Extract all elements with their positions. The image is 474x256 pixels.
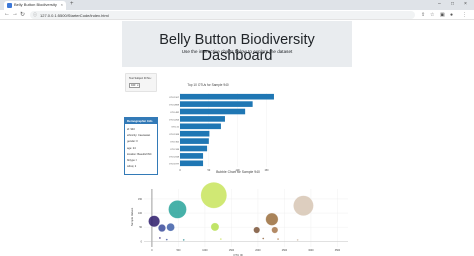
bar	[180, 116, 225, 122]
tab-strip: Belly Button Biodiversity × + – □ ×	[0, 0, 474, 10]
bubble-y-tick-label: 50	[139, 226, 142, 229]
bubble-point	[168, 200, 187, 219]
profile-icon[interactable]: ●	[450, 12, 453, 18]
maximize-icon[interactable]: □	[451, 1, 454, 7]
bar-category-label: OTU 1167	[169, 97, 180, 99]
extensions-icon[interactable]: ▣	[440, 12, 445, 18]
forward-icon[interactable]: →	[12, 11, 18, 17]
bubble-point	[271, 226, 279, 234]
bar-category-label: OTU 189	[170, 149, 180, 151]
subject-select-label: Test Subject ID No.:	[129, 77, 152, 80]
bar-category-label: OTU 2264	[169, 119, 180, 121]
bubble-x-tick-label: 0	[151, 249, 153, 252]
page-viewport: Belly Button Biodiversity Dashboard Use …	[0, 21, 474, 256]
back-icon[interactable]: ←	[4, 11, 10, 17]
browser-window: Belly Button Biodiversity × + – □ × ← → …	[0, 0, 474, 256]
address-bar[interactable]: ⓘ 127.0.0.1:5500/StarterCode/index.html	[30, 11, 415, 19]
bubble-point	[165, 238, 168, 241]
bubble-y-axis-title: Sample Values	[130, 207, 134, 226]
bar	[180, 123, 221, 130]
tab-title: Belly Button Biodiversity	[14, 2, 57, 7]
bubble-point	[262, 237, 265, 240]
page-title: Belly Button Biodiversity Dashboard	[159, 32, 315, 64]
bar-category-label: OTU 482	[170, 112, 180, 114]
bar-category-label: OTU 2318	[169, 156, 180, 158]
bubble-y-tick-label: 150	[138, 198, 143, 201]
bubble-point	[158, 224, 166, 232]
bubble-point	[166, 223, 175, 232]
demographic-body: id: 940 ethnicity: Caucasian gender: F a…	[127, 128, 157, 169]
bubble-x-tick-label: 500	[176, 249, 181, 252]
bar	[180, 138, 209, 144]
url-text: 127.0.0.1:5500/StarterCode/index.html	[40, 12, 109, 18]
subject-select-value: 940	[131, 84, 136, 87]
page-subtitle: Use the interactive charts below to expl…	[181, 49, 293, 54]
subject-selector-well: Test Subject ID No.: 940 ▾	[125, 73, 157, 92]
bubble-point	[253, 226, 261, 234]
bar-category-label: OTU 1977	[169, 164, 180, 166]
bubble-point	[277, 238, 280, 241]
top-otu-bar-chart[interactable]: Top 10 OTUs for Sample 9400 50 100 150OTU 1…	[160, 73, 280, 173]
demographic-heading: Demographic Info	[125, 118, 157, 124]
bar	[180, 153, 204, 159]
close-window-icon[interactable]: ×	[464, 1, 467, 7]
bar-category-label: OTU 352	[170, 142, 180, 144]
bubble-y-tick-label: 100	[138, 212, 143, 215]
bubble-x-tick-label: 3500	[335, 249, 341, 252]
bubble-point	[265, 212, 279, 226]
bubble-chart[interactable]: Bubble Chart for Sample 9400501001500 500…	[124, 169, 352, 256]
bar	[180, 101, 253, 107]
subject-select[interactable]: 940 ▾	[129, 83, 140, 88]
browser-tab[interactable]: Belly Button Biodiversity ×	[4, 1, 66, 10]
bar	[180, 93, 274, 100]
bar	[180, 108, 246, 115]
bubble-x-tick-label: 2000	[255, 249, 261, 252]
bubble-y-tick-label: 0	[141, 240, 143, 243]
site-info-icon[interactable]: ⓘ	[33, 12, 37, 18]
bubble-x-tick-label: 1000	[202, 249, 208, 252]
bubble-point	[148, 215, 160, 228]
browser-toolbar: ← → ↻ ⓘ 127.0.0.1:5500/StarterCode/index…	[0, 10, 474, 20]
reload-icon[interactable]: ↻	[20, 11, 25, 18]
bar-category-label: OTU 2859	[169, 105, 180, 107]
bubble-point	[219, 238, 222, 241]
bubble-point	[293, 195, 314, 216]
header-banner: Belly Button Biodiversity Dashboard Use …	[122, 21, 352, 67]
demographic-panel: Demographic Info id: 940 ethnicity: Cauc…	[124, 117, 158, 175]
minimize-icon[interactable]: –	[438, 1, 441, 7]
close-tab-icon[interactable]: ×	[61, 2, 63, 7]
menu-icon[interactable]: ⋮	[462, 12, 467, 18]
bar	[180, 160, 204, 167]
bar	[180, 130, 210, 137]
bar	[180, 145, 208, 152]
bubble-point	[296, 238, 299, 241]
new-tab-icon[interactable]: +	[70, 1, 74, 7]
chevron-down-icon: ▾	[137, 84, 139, 87]
bar-chart-title: Top 10 OTUs for Sample 940	[187, 83, 229, 87]
bubble-point	[200, 182, 227, 209]
bar-category-label: OTU 1189	[169, 134, 180, 136]
bar-category-label: OTU 41	[171, 127, 179, 129]
share-icon[interactable]: ⇪	[421, 12, 425, 18]
bookmark-star-icon[interactable]: ☆	[430, 12, 434, 18]
bubble-point	[158, 236, 161, 240]
favicon-icon	[7, 3, 12, 8]
bubble-point	[210, 222, 220, 232]
bubble-x-tick-label: 3000	[308, 249, 314, 252]
bubble-chart-title: Bubble Chart for Sample 940	[216, 170, 260, 174]
bubble-x-tick-label: 2500	[282, 249, 288, 252]
bubble-point	[182, 238, 185, 241]
bubble-x-tick-label: 1500	[229, 249, 235, 252]
